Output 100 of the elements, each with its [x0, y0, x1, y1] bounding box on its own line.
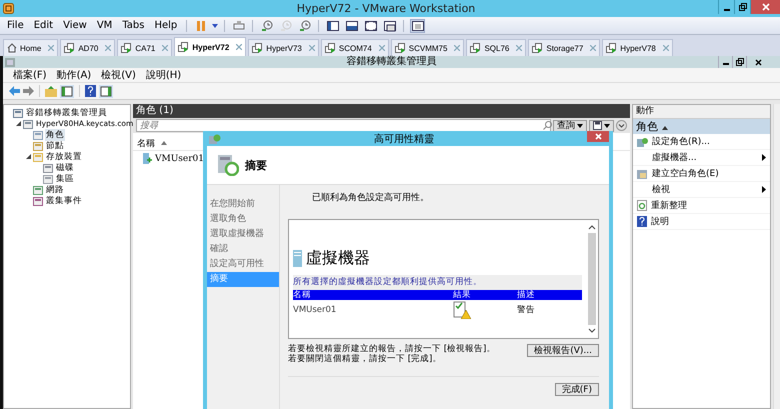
close-icon	[755, 58, 762, 66]
scroll-down-icon[interactable]	[588, 328, 596, 333]
tab[interactable]: HyperV73	[248, 39, 319, 56]
back-icon[interactable]	[9, 86, 20, 96]
tree-item[interactable]: 節點	[45, 140, 65, 152]
save-icon	[593, 121, 602, 130]
action-pane-icon[interactable]	[99, 84, 113, 98]
view-mode-button[interactable]	[325, 18, 340, 32]
menu-item[interactable]: View	[60, 20, 90, 31]
actions-section-header[interactable]: 角色	[633, 119, 770, 134]
tree-item[interactable]: 集區	[55, 172, 75, 184]
restore-icon	[738, 3, 746, 11]
tab[interactable]: SCVMM75	[390, 39, 464, 56]
up-folder-icon[interactable]	[45, 86, 57, 96]
report-note: 所有選擇的虛擬機器設定都順利提供高可用性。	[293, 275, 582, 290]
window-title: HyperV72 - VMware Workstation	[296, 2, 476, 15]
menu-item[interactable]: Edit	[30, 20, 56, 31]
caret-icon[interactable]	[212, 24, 218, 28]
console-title: 容錯移轉叢集管理員	[346, 56, 438, 68]
vm-icon	[252, 43, 264, 53]
collapse-icon[interactable]	[662, 126, 668, 130]
tab[interactable]: SQL76	[466, 39, 526, 56]
tab[interactable]: CA71	[117, 39, 172, 56]
tree-item[interactable]: 磁碟	[55, 162, 75, 174]
vm-icon	[143, 153, 152, 164]
vm-icon	[394, 43, 406, 53]
tree-item[interactable]: 角色	[45, 128, 65, 140]
collapse-icon[interactable]	[26, 154, 31, 159]
server-icon	[23, 118, 33, 128]
expand-icon[interactable]	[616, 120, 627, 131]
scroll-up-icon[interactable]	[588, 225, 596, 230]
action-item[interactable]: 建立空白角色(E)	[652, 167, 719, 180]
menu-item[interactable]: 檢視(V)	[101, 68, 136, 82]
view-report-button[interactable]: 檢視報告(V)...	[527, 344, 599, 357]
view-mode-button[interactable]	[382, 18, 398, 32]
thumbnail-button[interactable]	[410, 18, 426, 32]
send-keys-button[interactable]	[231, 18, 246, 32]
create-icon	[637, 168, 648, 178]
tree-item[interactable]: 網路	[45, 184, 65, 196]
tab[interactable]: Home	[3, 39, 58, 56]
tree-item[interactable]: 存放裝置	[45, 150, 83, 162]
role-name[interactable]: VMUser01	[155, 154, 204, 164]
wizard-step[interactable]: 確認	[207, 242, 279, 257]
action-item[interactable]: 虛擬機器...	[652, 151, 697, 164]
action-item[interactable]: 檢視	[652, 183, 670, 196]
console-tree-icon[interactable]	[60, 84, 74, 98]
menu-item[interactable]: 說明(H)	[146, 68, 182, 82]
column-header[interactable]: 名稱	[137, 136, 155, 150]
view-mode-button[interactable]	[344, 18, 360, 32]
menu-item[interactable]: 檔案(F)	[13, 68, 47, 82]
save-query-button[interactable]	[589, 120, 614, 132]
action-item[interactable]: 設定角色(R)...	[652, 135, 710, 148]
snapshot-button[interactable]	[259, 18, 274, 32]
help-icon[interactable]	[85, 85, 96, 97]
snapshot-button[interactable]	[297, 18, 312, 32]
sort-icon	[161, 141, 167, 145]
menu-item[interactable]: VM	[94, 20, 116, 31]
finish-button[interactable]: 完成(F)	[554, 383, 599, 396]
query-button[interactable]: 查詢	[553, 120, 587, 132]
column-header: 描述	[517, 290, 536, 300]
network-icon	[33, 184, 43, 194]
menu-item[interactable]: File	[4, 20, 27, 31]
roles-icon	[33, 130, 43, 140]
restore-button[interactable]	[734, 0, 750, 14]
action-item[interactable]: 說明	[651, 215, 669, 228]
vm-icon	[121, 43, 132, 53]
event-log-icon	[33, 196, 43, 206]
pool-icon	[43, 174, 53, 184]
action-item[interactable]: 重新整理	[651, 199, 687, 212]
tree-item[interactable]: 容錯移轉叢集管理員	[25, 106, 108, 118]
column-header: 結果	[453, 290, 472, 300]
tab[interactable]: SCOM74	[320, 39, 389, 56]
wizard-icon	[217, 154, 239, 176]
instruction-text: 若要檢視精靈所建立的報告，請按一下 [檢視報告]。	[288, 344, 496, 354]
view-mode-button[interactable]	[363, 18, 378, 32]
tab[interactable]: HyperV78	[602, 39, 673, 56]
tree-item[interactable]: 叢集事件	[45, 194, 83, 206]
dialog-title: 高可用性精靈	[373, 132, 435, 146]
search-field[interactable]: 搜尋	[136, 119, 551, 132]
menu-item[interactable]: Tabs	[119, 20, 148, 31]
collapse-icon[interactable]	[16, 121, 21, 126]
tab[interactable]: HyperV72	[174, 37, 246, 56]
caret-icon	[577, 124, 583, 128]
app-icon	[3, 3, 14, 14]
tab[interactable]: Storage77	[528, 39, 600, 56]
vm-icon	[532, 43, 544, 53]
close-icon	[594, 133, 602, 140]
wizard-step[interactable]: 選取虛擬機器	[207, 227, 279, 242]
wizard-step[interactable]: 在您開始前	[207, 197, 279, 212]
menu-item[interactable]: 動作(A)	[56, 68, 92, 82]
forward-icon[interactable]	[23, 86, 34, 96]
configure-icon	[637, 136, 648, 146]
close-icon	[762, 3, 770, 11]
vm-icon	[324, 43, 336, 53]
tab[interactable]: AD70	[60, 39, 116, 56]
refresh-icon	[637, 200, 647, 211]
wizard-step[interactable]: 選取角色	[207, 212, 279, 227]
table-cell-text: VMUser01	[293, 305, 338, 315]
wizard-step[interactable]: 設定高可用性	[207, 257, 279, 272]
menu-item[interactable]: Help	[151, 20, 180, 31]
